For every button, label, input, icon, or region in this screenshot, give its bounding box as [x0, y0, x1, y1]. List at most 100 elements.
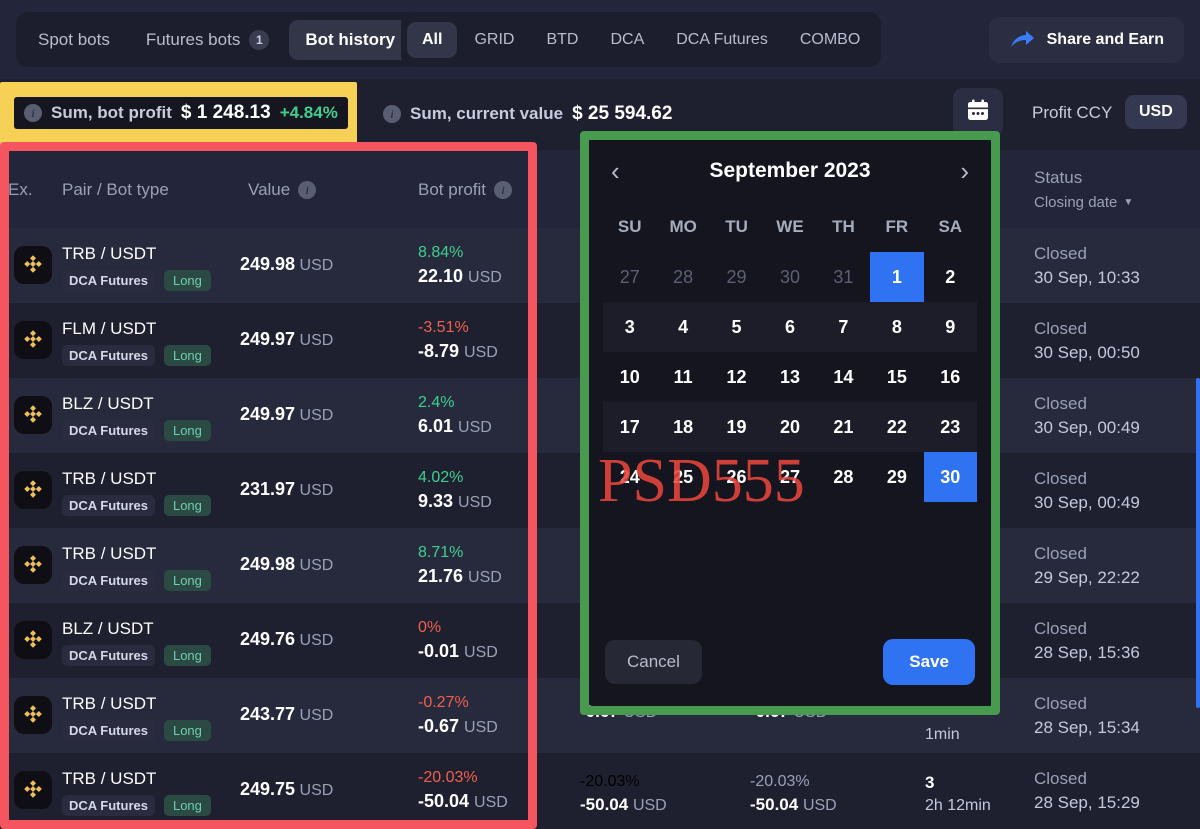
calendar-day-31[interactable]: 31	[817, 252, 870, 302]
calendar-day-29[interactable]: 29	[710, 252, 763, 302]
cell-value: 249.97 USD	[240, 404, 333, 425]
value-unit: USD	[299, 707, 334, 724]
filter-all[interactable]: All	[407, 21, 458, 58]
calendar-day-17[interactable]: 17	[603, 402, 656, 452]
calendar-weekday-tu: TU	[725, 217, 748, 236]
calendar-day-14[interactable]: 14	[817, 352, 870, 402]
calendar-day-27[interactable]: 27	[763, 452, 816, 502]
save-button[interactable]: Save	[883, 639, 975, 685]
calendar-week-row: 24 25 26 27 28 29 30	[603, 452, 977, 502]
bot-type-tag: DCA Futures	[62, 420, 155, 441]
calendar-day-8[interactable]: 8	[870, 302, 923, 352]
status-text: Closed	[1034, 244, 1087, 263]
calendar-day-12[interactable]: 12	[710, 352, 763, 402]
pair-name: FLM / USDT	[62, 319, 157, 338]
col-header-pair: Pair / Bot type	[62, 180, 169, 199]
bot-profit-percent: 8.84%	[418, 244, 464, 261]
info-icon[interactable]: i	[298, 181, 317, 199]
col-header-exchange: Ex.	[8, 180, 33, 199]
info-icon[interactable]: i	[383, 105, 401, 123]
calendar-day-29[interactable]: 29	[870, 452, 923, 502]
calendar-day-22[interactable]: 22	[870, 402, 923, 452]
calendar-day-30[interactable]: 30	[923, 452, 977, 502]
share-and-earn-button[interactable]: Share and Earn	[988, 17, 1184, 63]
calendar-day-21[interactable]: 21	[817, 402, 870, 452]
calendar-day-1[interactable]: 1	[870, 252, 924, 302]
bot-profit-percent: 2.4%	[418, 394, 455, 411]
calendar-week-row: 3456789	[603, 302, 977, 352]
filter-dca[interactable]: DCA	[595, 22, 659, 58]
bot-profit-unit: USD	[464, 719, 498, 736]
filter-btd[interactable]: BTD	[531, 22, 593, 58]
value-amount: 249.75	[240, 779, 296, 799]
bot-profit-amount: -0.01 USD	[418, 641, 498, 661]
cell-pair-bot-type: BLZ / USDT DCA Futures Long	[62, 619, 211, 666]
filter-grid[interactable]: GRID	[459, 22, 529, 58]
top-bar: Spot bots Futures bots 1 Bot history All GRI…	[0, 0, 1200, 79]
col-header-closing-date-sort[interactable]: Closing date ▼	[1034, 194, 1133, 211]
col-header-status: Status Closing date ▼	[1034, 168, 1133, 211]
scrollbar-thumb[interactable]	[1196, 378, 1200, 708]
filter-combo[interactable]: COMBO	[785, 22, 875, 58]
sum-current-value-label: Sum, current value	[410, 104, 564, 123]
pair-name: TRB / USDT	[62, 469, 157, 488]
value-amount: 249.76	[240, 629, 296, 649]
calendar-day-23[interactable]: 23	[924, 402, 977, 452]
bot-profit-percent: 0%	[418, 619, 442, 636]
prev-month-icon[interactable]: ‹	[611, 158, 620, 184]
info-icon[interactable]: i	[24, 104, 42, 122]
status-text: Closed	[1034, 769, 1087, 788]
calendar-day-10[interactable]: 10	[603, 352, 656, 402]
cell-status: Closed 30 Sep, 10:33	[1034, 244, 1140, 288]
calendar-day-16[interactable]: 16	[924, 352, 977, 402]
calendar-day-9[interactable]: 9	[924, 302, 977, 352]
cell-status: Closed 28 Sep, 15:29	[1034, 769, 1140, 813]
calendar-button[interactable]	[953, 88, 1003, 136]
tab-bot-history[interactable]: Bot history	[289, 19, 412, 60]
calendar-day-11[interactable]: 11	[656, 352, 709, 402]
next-month-icon[interactable]: ›	[960, 158, 969, 184]
calendar-day-24[interactable]: 24	[603, 452, 656, 502]
calendar-day-5[interactable]: 5	[710, 302, 763, 352]
calendar-day-3[interactable]: 3	[603, 302, 656, 352]
tab-spot-bots[interactable]: Spot bots	[22, 20, 126, 60]
calendar-day-28[interactable]: 28	[817, 452, 870, 502]
cell-pair-bot-type: TRB / USDT DCA Futures Long	[62, 469, 211, 516]
tab-label: Bot history	[305, 29, 396, 49]
tab-futures-bots[interactable]: Futures bots 1	[130, 20, 286, 60]
calendar-day-13[interactable]: 13	[763, 352, 816, 402]
position-side-tag: Long	[163, 570, 211, 591]
calendar-day-20[interactable]: 20	[763, 402, 816, 452]
value-unit: USD	[299, 257, 334, 274]
bot-profit-percent: 4.02%	[418, 469, 464, 486]
info-icon[interactable]: i	[494, 181, 513, 199]
sum-bot-profit-label: Sum, bot profit	[51, 103, 172, 122]
bot-type-tag: DCA Futures	[62, 795, 155, 816]
calendar-day-30[interactable]: 30	[763, 252, 816, 302]
filter-dca-futures[interactable]: DCA Futures	[661, 22, 783, 58]
calendar-day-18[interactable]: 18	[656, 402, 709, 452]
sum-current-value-value: $ 25 594.62	[572, 103, 673, 124]
cell-pair-bot-type: TRB / USDT DCA Futures Long	[62, 544, 211, 591]
calendar-day-26[interactable]: 26	[710, 452, 763, 502]
calendar-day-6[interactable]: 6	[763, 302, 816, 352]
table-row[interactable]: TRB / USDT DCA Futures Long 249.75 USD -20.0…	[0, 753, 1200, 828]
position-side-tag: Long	[163, 495, 211, 516]
calendar-day-7[interactable]: 7	[817, 302, 870, 352]
cell-value: 249.75 USD	[240, 779, 333, 800]
col-header-value-label: Value	[248, 180, 291, 199]
calendar-day-19[interactable]: 19	[710, 402, 763, 452]
profit-ccy-usd-button[interactable]: USD	[1125, 95, 1187, 129]
status-text: Closed	[1034, 319, 1087, 338]
calendar-day-28[interactable]: 28	[656, 252, 709, 302]
calendar-day-2[interactable]: 2	[924, 252, 977, 302]
bot-type-tag: DCA Futures	[62, 720, 155, 741]
realized-profit-percent: -20.03%	[750, 773, 810, 790]
calendar-day-15[interactable]: 15	[870, 352, 923, 402]
status-text: Closed	[1034, 544, 1087, 563]
value-unit: USD	[299, 332, 334, 349]
calendar-day-25[interactable]: 25	[656, 452, 709, 502]
cancel-button[interactable]: Cancel	[605, 640, 702, 684]
calendar-day-27[interactable]: 27	[603, 252, 656, 302]
calendar-day-4[interactable]: 4	[656, 302, 709, 352]
